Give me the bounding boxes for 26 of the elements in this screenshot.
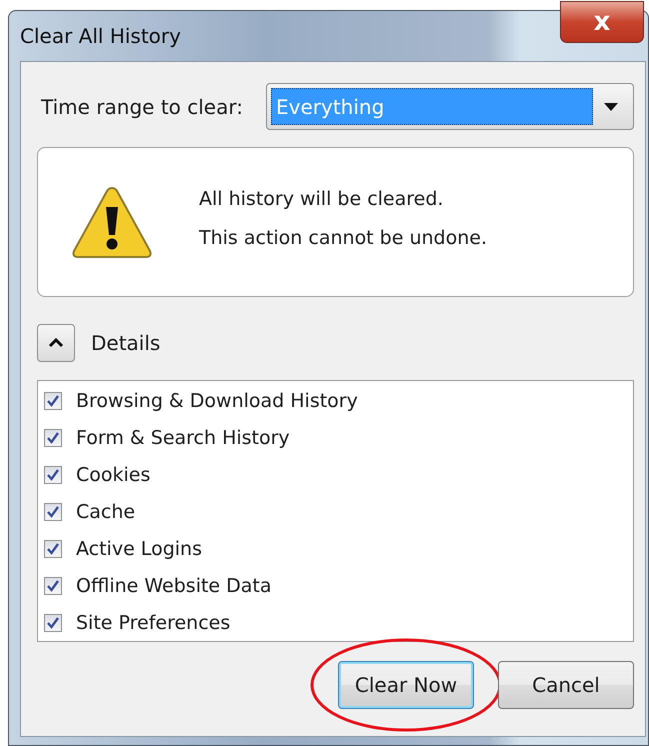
window-title: Clear All History (20, 24, 181, 48)
checkbox[interactable] (44, 466, 62, 484)
cancel-button[interactable]: Cancel (498, 661, 634, 709)
details-toggle-button[interactable] (37, 324, 75, 362)
clear-now-button[interactable]: Clear Now (338, 661, 474, 709)
time-range-label: Time range to clear: (40, 94, 243, 118)
checkbox-label: Cache (76, 500, 136, 522)
checkbox-label: Offline Website Data (76, 574, 272, 596)
checkbox[interactable] (44, 392, 62, 410)
checkbox-label: Browsing & Download History (76, 390, 358, 412)
details-label: Details (91, 331, 160, 355)
checkbox-label: Active Logins (76, 538, 202, 560)
close-button[interactable]: x (560, 1, 644, 43)
caret-icon (604, 102, 618, 110)
checkbox[interactable] (44, 502, 62, 520)
warning-text: All history will be cleared. (199, 188, 444, 210)
chevron-icon (48, 338, 64, 348)
warning-icon (71, 185, 153, 259)
checkbox[interactable] (44, 428, 62, 446)
checkbox[interactable] (44, 614, 62, 632)
checkbox[interactable] (44, 576, 62, 594)
warning-text: This action cannot be undone. (199, 226, 488, 248)
checkbox[interactable] (44, 540, 62, 558)
checkbox-label: Form & Search History (76, 426, 290, 448)
checkbox-label: Site Preferences (76, 612, 230, 634)
checkbox-label: Cookies (76, 464, 150, 486)
